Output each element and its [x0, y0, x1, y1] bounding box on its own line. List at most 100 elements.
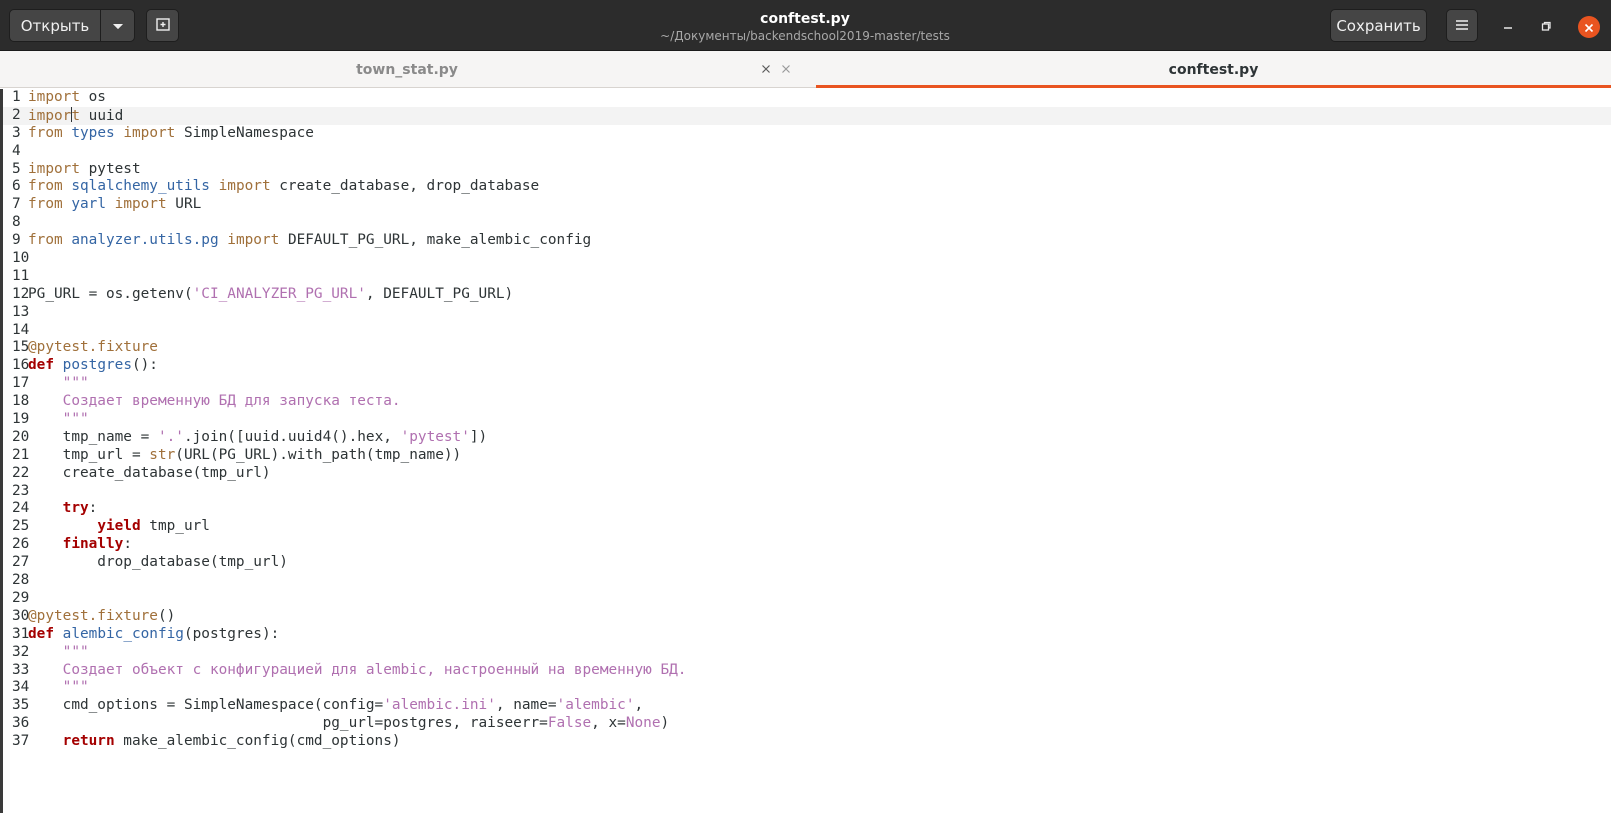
- code-line[interactable]: 35 cmd_options = SimpleNamespace(config=…: [3, 697, 1611, 715]
- window-title: conftest.py: [760, 11, 850, 27]
- line-number: 11: [12, 267, 30, 284]
- line-text: @pytest.fixture: [28, 339, 158, 356]
- line-number: 12: [12, 285, 30, 302]
- line-number: 6: [12, 178, 21, 195]
- window-title-block: conftest.py ~/Документы/backendschool201…: [605, 10, 1005, 44]
- code-line[interactable]: 7 from yarl import URL: [3, 196, 1611, 214]
- code-line[interactable]: 12 PG_URL = os.getenv('CI_ANALYZER_PG_URL…: [3, 286, 1611, 304]
- open-button-group: Открыть: [9, 9, 135, 42]
- code-line[interactable]: 32 """: [3, 644, 1611, 662]
- line-text: try:: [62, 500, 98, 517]
- code-line[interactable]: 3 from types import SimpleNamespace: [3, 125, 1611, 143]
- code-line[interactable]: 18 Создает временную БД для запуска тест…: [3, 393, 1611, 411]
- chevron-down-icon: [112, 17, 124, 35]
- line-number: 27: [12, 554, 30, 571]
- code-line[interactable]: 4: [3, 143, 1611, 161]
- line-number: 1: [12, 89, 21, 105]
- line-text: cmd_options = SimpleNamespace(config='al…: [28, 697, 644, 714]
- line-text: from yarl import URL: [28, 196, 202, 213]
- new-document-icon: [155, 16, 171, 36]
- code-line[interactable]: 21 tmp_url = str(URL(PG_URL).with_path(t…: [3, 447, 1611, 465]
- code-line[interactable]: 9 from analyzer.utils.pg import DEFAULT_P…: [3, 232, 1611, 250]
- code-line[interactable]: 1 import os: [3, 89, 1611, 107]
- line-text: tmp_name = '.'.join([uuid.uuid4().hex, '…: [28, 428, 488, 445]
- tab-bar: town_stat.py conftest.py: [0, 51, 1611, 88]
- code-line[interactable]: 17 """: [3, 375, 1611, 393]
- line-text: def alembic_config(postgres):: [28, 625, 280, 642]
- tab-conftest[interactable]: conftest.py: [762, 51, 1611, 88]
- code-area[interactable]: 1 import os 2 import uuid 3 from types import…: [3, 89, 1611, 751]
- code-line[interactable]: 33 Создает объект с конфигурацией для al…: [3, 662, 1611, 680]
- code-line[interactable]: 27 drop_database(tmp_url): [3, 554, 1611, 572]
- minimize-icon: [1502, 17, 1514, 36]
- line-number: 21: [12, 446, 30, 463]
- maximize-button[interactable]: [1537, 17, 1555, 35]
- hamburger-icon: [1455, 17, 1469, 35]
- minimize-button[interactable]: [1499, 17, 1517, 35]
- code-line[interactable]: 23: [3, 483, 1611, 501]
- line-number: 26: [12, 536, 30, 553]
- line-text: """: [28, 375, 89, 392]
- line-number: 19: [12, 411, 30, 428]
- code-line[interactable]: 14: [3, 322, 1611, 340]
- line-number: 17: [12, 375, 30, 392]
- line-text: return make_alembic_config(cmd_options): [62, 733, 401, 750]
- code-line[interactable]: 5 import pytest: [3, 161, 1611, 179]
- tab-close-button[interactable]: [758, 61, 774, 77]
- code-line[interactable]: 36 pg_url=postgres, raiseerr=False, x=No…: [3, 715, 1611, 733]
- tab-town-stat[interactable]: town_stat.py: [0, 51, 814, 88]
- code-line[interactable]: 37 return make_alembic_config(cmd_option…: [3, 733, 1611, 751]
- code-line[interactable]: 20 tmp_name = '.'.join([uuid.uuid4().hex…: [3, 429, 1611, 447]
- line-number: 4: [12, 142, 21, 159]
- line-number: 35: [12, 697, 30, 714]
- line-text: """: [28, 679, 89, 696]
- code-line[interactable]: 29: [3, 590, 1611, 608]
- line-number: 30: [12, 607, 30, 624]
- tab-label: conftest.py: [1168, 61, 1259, 78]
- code-line[interactable]: 10: [3, 250, 1611, 268]
- code-line[interactable]: 30 @pytest.fixture(): [3, 608, 1611, 626]
- text-cursor: [70, 106, 72, 122]
- save-button[interactable]: Сохранить: [1330, 9, 1427, 42]
- code-editor[interactable]: 1 import os 2 import uuid 3 from types import…: [0, 89, 1611, 813]
- open-menu-button[interactable]: [101, 10, 134, 41]
- hamburger-menu-button[interactable]: [1446, 9, 1478, 42]
- new-tab-button[interactable]: [146, 9, 179, 42]
- code-line[interactable]: 28: [3, 572, 1611, 590]
- code-line[interactable]: 16 def postgres():: [3, 357, 1611, 375]
- code-line[interactable]: 15 @pytest.fixture: [3, 339, 1611, 357]
- line-number: 18: [12, 393, 30, 410]
- code-line[interactable]: 25 yield tmp_url: [3, 518, 1611, 536]
- code-line[interactable]: 13: [3, 304, 1611, 322]
- code-line[interactable]: 6 from sqlalchemy_utils import create_dat…: [3, 178, 1611, 196]
- code-line[interactable]: 34 """: [3, 679, 1611, 697]
- code-line[interactable]: 31 def alembic_config(postgres):: [3, 626, 1611, 644]
- line-text: import os: [28, 89, 106, 105]
- line-text: finally:: [62, 536, 132, 553]
- code-line[interactable]: 26 finally:: [3, 536, 1611, 554]
- line-number: 25: [12, 518, 30, 535]
- line-text: from types import SimpleNamespace: [28, 124, 314, 141]
- line-text: import uuid: [28, 106, 124, 124]
- open-button[interactable]: Открыть: [10, 10, 101, 41]
- line-number: 29: [12, 589, 30, 606]
- code-line[interactable]: 22 create_database(tmp_url): [3, 465, 1611, 483]
- code-line[interactable]: 11: [3, 268, 1611, 286]
- line-text: drop_database(tmp_url): [28, 554, 288, 571]
- line-number: 14: [12, 321, 30, 338]
- code-line[interactable]: 8: [3, 214, 1611, 232]
- line-number: 22: [12, 464, 30, 481]
- code-line[interactable]: 19 """: [3, 411, 1611, 429]
- tab-label: town_stat.py: [356, 61, 458, 78]
- close-window-button[interactable]: [1578, 16, 1600, 38]
- line-number: 15: [12, 339, 30, 356]
- code-line[interactable]: 24 try:: [3, 500, 1611, 518]
- line-number: 36: [12, 715, 30, 732]
- tab-close-button[interactable]: [778, 61, 794, 77]
- active-tab-indicator: [816, 85, 1611, 88]
- line-number: 2: [12, 106, 21, 123]
- line-text: PG_URL = os.getenv('CI_ANALYZER_PG_URL',…: [28, 285, 514, 302]
- line-text: Создает объект с конфигурацией для alemb…: [28, 661, 687, 678]
- code-line[interactable]: 2 import uuid: [3, 106, 1611, 125]
- line-text: """: [28, 643, 89, 660]
